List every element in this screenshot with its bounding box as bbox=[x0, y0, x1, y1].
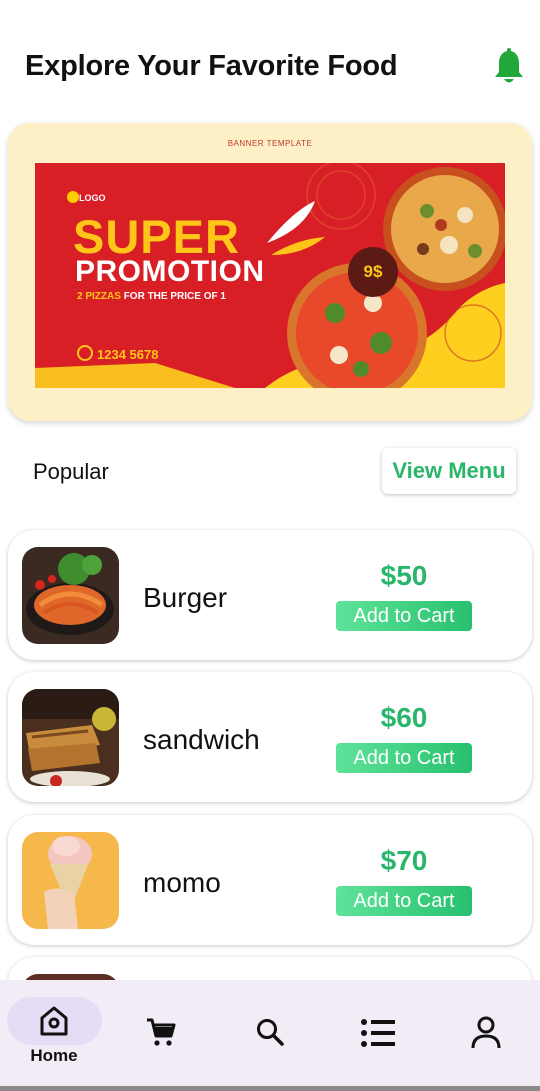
banner-template-label: BANNER TEMPLATE bbox=[227, 139, 313, 148]
promo-banner-image: LOGO SUPER PROMOTION 2 PIZZAS FOR THE PR… bbox=[35, 163, 505, 388]
food-card-burger[interactable]: Burger $50 Add to Cart bbox=[8, 530, 532, 660]
cart-icon bbox=[147, 1018, 176, 1046]
food-image-burger bbox=[22, 547, 119, 644]
banner-subline-rest: FOR THE PRICE OF 1 bbox=[123, 291, 226, 302]
nav-label-home: Home bbox=[30, 1046, 78, 1065]
nav-item-search[interactable] bbox=[216, 980, 324, 1086]
add-to-cart-button[interactable]: Add to Cart bbox=[336, 601, 472, 631]
profile-icon bbox=[471, 1016, 501, 1049]
bottom-navigation: Home bbox=[0, 980, 540, 1086]
banner-subline: 2 PIZZAS FOR THE PRICE OF 1 bbox=[77, 291, 226, 302]
search-icon bbox=[257, 1019, 284, 1046]
popular-section-header: Popular View Menu bbox=[0, 440, 540, 500]
nav-item-home[interactable]: Home bbox=[0, 980, 108, 1086]
list-icon bbox=[361, 1019, 395, 1047]
food-card-momo[interactable]: momo $70 Add to Cart bbox=[8, 815, 532, 945]
add-to-cart-button[interactable]: Add to Cart bbox=[336, 886, 472, 916]
nav-item-cart[interactable] bbox=[108, 980, 216, 1086]
food-name: sandwich bbox=[143, 724, 260, 755]
food-price: $70 bbox=[380, 845, 428, 876]
page-title: Explore Your Favorite Food bbox=[25, 50, 398, 82]
food-price: $60 bbox=[380, 702, 428, 733]
banner-phone: 1234 5678 bbox=[97, 347, 159, 362]
food-name: momo bbox=[143, 867, 221, 898]
food-image-momo bbox=[22, 832, 119, 929]
nav-item-list[interactable] bbox=[324, 980, 432, 1086]
banner-subline-highlight: 2 PIZZAS bbox=[77, 291, 121, 302]
bell-icon[interactable] bbox=[492, 48, 526, 86]
food-card-sandwich[interactable]: sandwich $60 Add to Cart bbox=[8, 672, 532, 802]
phone-icon bbox=[77, 345, 93, 361]
banner-headline-promotion: PROMOTION bbox=[75, 255, 265, 288]
view-menu-button[interactable]: View Menu bbox=[382, 448, 516, 494]
food-name: Burger bbox=[143, 582, 228, 613]
logo-icon bbox=[67, 191, 79, 203]
food-image-sandwich bbox=[22, 689, 119, 786]
popular-label: Popular bbox=[33, 459, 109, 484]
banner-logo-text: LOGO bbox=[79, 193, 106, 203]
banner-price-badge: 9$ bbox=[348, 247, 398, 297]
promo-banner-card[interactable]: BANNER TEMPLATE LOGO SUPER PROMOTION 2 P… bbox=[8, 123, 532, 421]
food-price: $50 bbox=[380, 560, 428, 591]
system-gesture-bar bbox=[0, 1086, 540, 1091]
nav-item-profile[interactable] bbox=[432, 980, 540, 1086]
add-to-cart-button[interactable]: Add to Cart bbox=[336, 743, 472, 773]
app-header: Explore Your Favorite Food bbox=[0, 0, 540, 120]
home-icon bbox=[40, 1006, 68, 1036]
